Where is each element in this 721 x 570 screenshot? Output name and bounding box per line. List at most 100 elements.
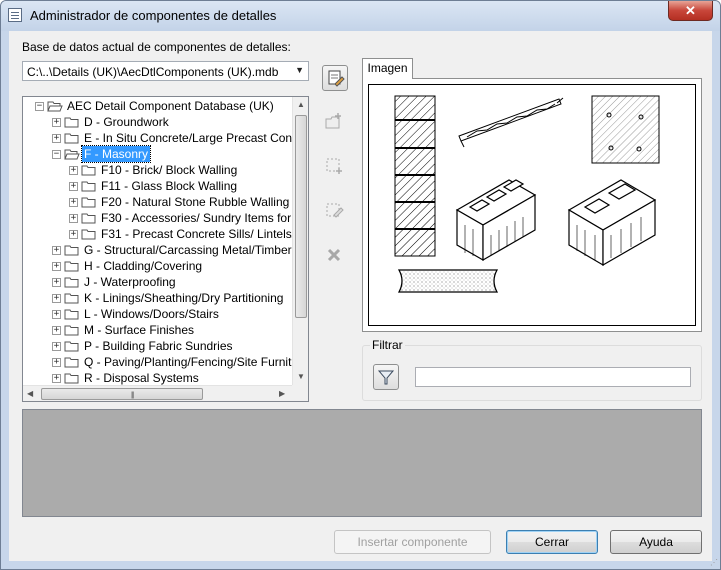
chevron-down-icon[interactable]: ▼ xyxy=(295,65,304,75)
tree-item-label: F10 - Brick/ Block Walling xyxy=(101,163,238,177)
expand-icon[interactable]: + xyxy=(69,214,78,223)
close-window-button[interactable]: ✕ xyxy=(668,1,713,21)
tree-item-label: P - Building Fabric Sundries xyxy=(84,339,233,353)
close-button[interactable]: Cerrar xyxy=(506,530,598,554)
scroll-left-icon[interactable]: ◀ xyxy=(27,389,33,398)
tree-item-label: J - Waterproofing xyxy=(84,275,176,289)
tree-item[interactable]: + P - Building Fabric Sundries xyxy=(23,338,292,354)
tree-item[interactable]: − AEC Detail Component Database (UK) xyxy=(23,98,292,114)
tree-item-label: H - Cladding/Covering xyxy=(84,259,203,273)
folder-icon xyxy=(81,196,97,208)
funnel-icon xyxy=(377,370,395,385)
expand-icon[interactable]: + xyxy=(52,278,61,287)
tree-item-label: G - Structural/Carcassing Metal/Timber xyxy=(84,243,292,257)
component-description-panel xyxy=(22,409,702,517)
tree-item-label: Q - Paving/Planting/Fencing/Site Furnitu… xyxy=(84,355,309,369)
expand-icon[interactable]: + xyxy=(69,198,78,207)
vertical-scroll-thumb[interactable] xyxy=(295,115,307,318)
expand-icon[interactable]: + xyxy=(52,310,61,319)
expand-icon[interactable]: + xyxy=(52,294,61,303)
tree-item-label: M - Surface Finishes xyxy=(84,323,195,337)
expand-icon[interactable]: + xyxy=(52,134,61,143)
expand-icon[interactable]: + xyxy=(69,166,78,175)
tree-vertical-scrollbar[interactable]: ▲ ▼ xyxy=(292,97,308,385)
tree-item[interactable]: + K - Linings/Sheathing/Dry Partitioning xyxy=(23,290,292,306)
tree-item[interactable]: + F11 - Glass Block Walling xyxy=(23,178,292,194)
folder-icon xyxy=(64,308,80,320)
folder-icon xyxy=(64,116,80,128)
tree-item[interactable]: + M - Surface Finishes xyxy=(23,322,292,338)
hatched-slab xyxy=(591,95,660,164)
new-folder-icon xyxy=(325,113,341,129)
filter-input[interactable] xyxy=(415,367,691,387)
tree-item[interactable]: + E - In Situ Concrete/Large Precast Conc… xyxy=(23,130,308,146)
collapse-icon[interactable]: − xyxy=(52,150,61,159)
new-category-button[interactable] xyxy=(322,110,348,136)
dialog-window: Administrador de componentes de detalles… xyxy=(0,0,721,570)
expand-icon[interactable]: + xyxy=(52,326,61,335)
concrete-block-right xyxy=(567,179,657,267)
new-component-button[interactable] xyxy=(322,153,348,179)
tree-item[interactable]: + H - Cladding/Covering xyxy=(23,258,292,274)
tree-item[interactable]: + L - Windows/Doors/Stairs xyxy=(23,306,292,322)
folder-icon xyxy=(64,244,80,256)
hatched-brick-stack xyxy=(394,95,436,257)
database-combo[interactable]: C:\..\Details (UK)\AecDtlComponents (UK)… xyxy=(22,61,309,81)
scroll-corner xyxy=(292,385,308,401)
edit-database-icon xyxy=(328,70,345,87)
tree-item-label: L - Windows/Doors/Stairs xyxy=(84,307,219,321)
title-bar[interactable]: Administrador de componentes de detalles… xyxy=(1,1,720,31)
tree-item[interactable]: + D - Groundwork xyxy=(23,114,292,130)
tree-item[interactable]: + J - Waterproofing xyxy=(23,274,292,290)
folder-icon xyxy=(64,340,80,352)
tree-item-label: F30 - Accessories/ Sundry Items for Bric… xyxy=(101,211,309,225)
tree-item[interactable]: + F30 - Accessories/ Sundry Items for Bri… xyxy=(23,210,308,226)
tree-item-label: K - Linings/Sheathing/Dry Partitioning xyxy=(84,291,284,305)
horizontal-scroll-thumb[interactable]: ||| xyxy=(41,388,203,400)
tree-item[interactable]: + Q - Paving/Planting/Fencing/Site Furnit… xyxy=(23,354,308,370)
tree-item[interactable]: + F10 - Brick/ Block Walling xyxy=(23,162,292,178)
open-folder-icon xyxy=(47,100,63,112)
new-component-icon xyxy=(326,158,342,174)
expand-icon[interactable]: + xyxy=(52,342,61,351)
tree-item[interactable]: − F - Masonry xyxy=(23,145,292,163)
open-folder-icon xyxy=(64,148,80,160)
tree-item[interactable]: + G - Structural/Carcassing Metal/Timber xyxy=(23,242,292,258)
expand-icon[interactable]: + xyxy=(52,118,61,127)
component-preview xyxy=(368,84,696,326)
folder-icon xyxy=(64,276,80,288)
tree-item[interactable]: + F31 - Precast Concrete Sills/ Lintels/ … xyxy=(23,226,308,242)
filter-label: Filtrar xyxy=(370,338,405,352)
sill-section-drawing xyxy=(397,269,499,293)
edit-component-button[interactable] xyxy=(322,198,348,224)
insert-component-button[interactable]: Insertar componente xyxy=(334,530,491,554)
tab-imagen[interactable]: Imagen xyxy=(362,58,413,79)
edit-database-button[interactable] xyxy=(322,65,348,91)
folder-icon xyxy=(64,372,80,384)
expand-icon[interactable]: + xyxy=(52,374,61,383)
folder-icon xyxy=(81,212,97,224)
tree-item-label: F11 - Glass Block Walling xyxy=(101,179,238,193)
expand-icon[interactable]: + xyxy=(52,358,61,367)
folder-icon xyxy=(64,260,80,272)
help-button[interactable]: Ayuda xyxy=(610,530,702,554)
scroll-down-icon[interactable]: ▼ xyxy=(297,372,305,381)
scroll-right-icon[interactable]: ▶ xyxy=(279,389,285,398)
resize-grip-icon[interactable]: ⋰ xyxy=(710,558,718,567)
filter-button[interactable] xyxy=(373,364,399,390)
edit-component-icon xyxy=(326,203,344,218)
expand-icon[interactable]: + xyxy=(52,262,61,271)
tree-horizontal-scrollbar[interactable]: ◀ ||| ▶ xyxy=(23,385,292,401)
scroll-up-icon[interactable]: ▲ xyxy=(297,100,305,109)
expand-icon[interactable]: + xyxy=(69,182,78,191)
expand-icon[interactable]: + xyxy=(52,246,61,255)
concrete-block-left xyxy=(455,179,537,262)
delete-button[interactable] xyxy=(322,243,348,269)
expand-icon[interactable]: + xyxy=(69,230,78,239)
tree-item[interactable]: + F20 - Natural Stone Rubble Walling xyxy=(23,194,292,210)
collapse-icon[interactable]: − xyxy=(35,102,44,111)
tree-item[interactable]: + R - Disposal Systems xyxy=(23,370,292,386)
wall-tie-drawing xyxy=(458,97,564,148)
tree-item-label: F20 - Natural Stone Rubble Walling xyxy=(101,195,290,209)
component-tree[interactable]: − AEC Detail Component Database (UK) + D - … xyxy=(22,96,309,402)
